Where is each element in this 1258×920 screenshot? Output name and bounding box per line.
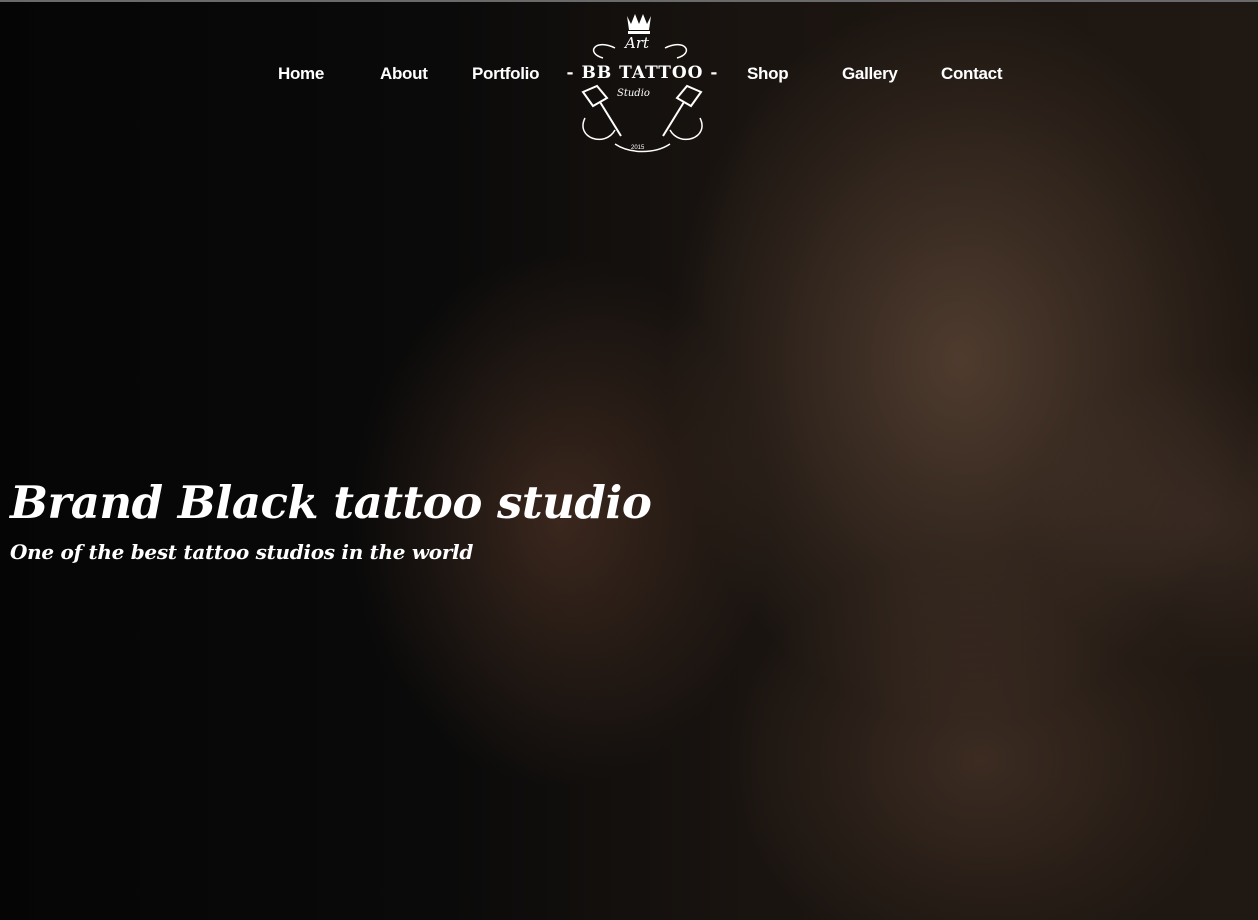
top-border (0, 0, 1258, 2)
nav-item-contact[interactable]: Contact (941, 64, 1002, 84)
nav-item-about[interactable]: About (380, 64, 428, 84)
nav-item-gallery[interactable]: Gallery (842, 64, 898, 84)
nav-item-home[interactable]: Home (278, 64, 324, 84)
logo-year: 2015 (631, 145, 645, 151)
logo-name: - BB TATTOO - (566, 63, 719, 83)
hero-section: Home About Portfolio Shop Gallery Contac… (0, 0, 1258, 920)
logo-emblem (581, 14, 703, 153)
logo-art-text: Art (625, 34, 650, 52)
logo-studio-text: Studio (617, 88, 650, 99)
nav-item-shop[interactable]: Shop (747, 64, 789, 84)
hero-title: Brand Black tattoo studio (10, 476, 652, 529)
hero-subtitle: One of the best tattoo studios in the wo… (10, 540, 474, 564)
nav-item-portfolio[interactable]: Portfolio (472, 64, 539, 84)
studio-logo[interactable]: Art - BB TATTOO - Studio 2015 (555, 8, 730, 158)
crown-icon (627, 14, 651, 34)
